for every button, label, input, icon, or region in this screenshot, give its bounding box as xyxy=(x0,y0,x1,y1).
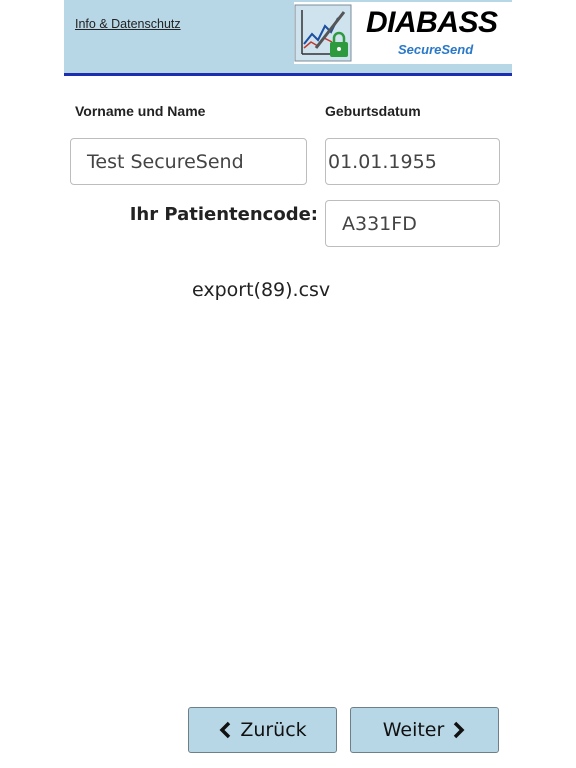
name-field[interactable]: Test SecureSend xyxy=(70,138,307,185)
logo-subtitle: SecureSend xyxy=(398,42,474,57)
birthdate-field[interactable]: 01.01.1955 xyxy=(325,138,500,185)
next-button-label: Weiter xyxy=(382,719,445,741)
logo-title: DIABASS xyxy=(366,6,498,39)
birthdate-label: Geburtsdatum xyxy=(325,103,421,119)
back-button[interactable]: Zurück xyxy=(188,707,337,753)
name-label: Vorname und Name xyxy=(75,103,206,119)
app-header: Info & Datenschutz DIABASS SecureSend xyxy=(64,0,512,76)
patient-code-field[interactable]: A331FD xyxy=(325,200,500,247)
chevron-left-icon xyxy=(219,721,231,739)
patient-code-label: Ihr Patientencode: xyxy=(129,204,318,225)
info-privacy-link[interactable]: Info & Datenschutz xyxy=(75,17,181,31)
selected-file-name: export(89).csv xyxy=(192,279,331,301)
diabass-logo: DIABASS SecureSend xyxy=(294,2,512,64)
logo-chart-lock-icon xyxy=(294,4,352,62)
next-button[interactable]: Weiter xyxy=(350,707,499,753)
chevron-right-icon xyxy=(454,721,465,739)
back-button-label: Zurück xyxy=(240,719,307,741)
